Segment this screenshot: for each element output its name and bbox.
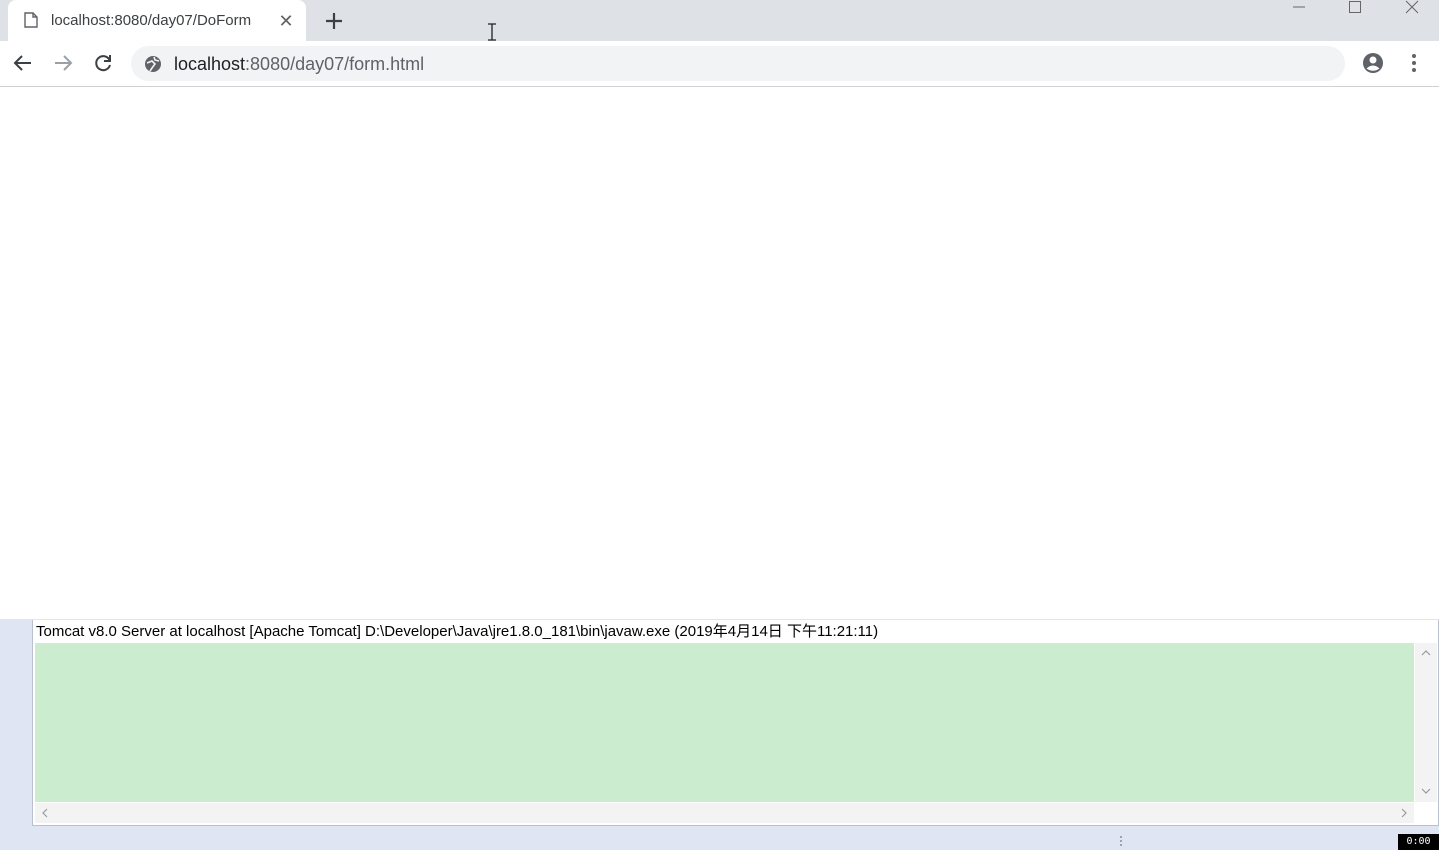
- minimize-icon[interactable]: [1276, 0, 1322, 20]
- browser-tab[interactable]: localhost:8080/day07/DoForm ✕: [8, 0, 306, 41]
- back-arrow-icon[interactable]: [11, 51, 35, 75]
- site-info-icon[interactable]: [144, 55, 162, 73]
- url-host: localhost: [174, 54, 246, 74]
- tab-title: localhost:8080/day07/DoForm: [51, 12, 252, 29]
- text-cursor-icon: [488, 23, 496, 41]
- new-tab-icon[interactable]: [321, 8, 347, 34]
- window-close-icon[interactable]: [1389, 0, 1435, 20]
- profile-icon[interactable]: [1361, 51, 1385, 75]
- console-header: Tomcat v8.0 Server at localhost [Apache …: [36, 623, 879, 640]
- url-text[interactable]: localhost:8080/day07/form.html: [174, 52, 424, 76]
- page-content: [0, 87, 1439, 619]
- console-panel: Tomcat v8.0 Server at localhost [Apache …: [32, 620, 1439, 826]
- reload-icon[interactable]: [91, 51, 115, 75]
- browser-toolbar: localhost:8080/day07/form.html: [0, 41, 1439, 87]
- maximize-icon[interactable]: [1332, 0, 1378, 20]
- browser-titlebar: localhost:8080/day07/DoForm ✕: [0, 0, 1439, 41]
- scroll-right-icon[interactable]: [1398, 807, 1410, 819]
- forward-arrow-icon[interactable]: [51, 51, 75, 75]
- vertical-scrollbar[interactable]: [1415, 643, 1437, 802]
- resize-grip-icon[interactable]: [1118, 834, 1124, 848]
- more-menu-icon[interactable]: [1402, 51, 1426, 75]
- url-path: :8080/day07/form.html: [245, 54, 425, 74]
- console-output[interactable]: [35, 643, 1414, 802]
- scroll-up-icon[interactable]: [1420, 647, 1432, 659]
- scroll-left-icon[interactable]: [39, 807, 51, 819]
- document-icon: [24, 12, 38, 28]
- address-bar[interactable]: localhost:8080/day07/form.html: [131, 46, 1345, 81]
- recording-timer: 0:00: [1398, 834, 1439, 850]
- scroll-down-icon[interactable]: [1420, 785, 1432, 797]
- tab-close-icon[interactable]: ✕: [276, 11, 296, 31]
- horizontal-scrollbar[interactable]: [35, 803, 1414, 823]
